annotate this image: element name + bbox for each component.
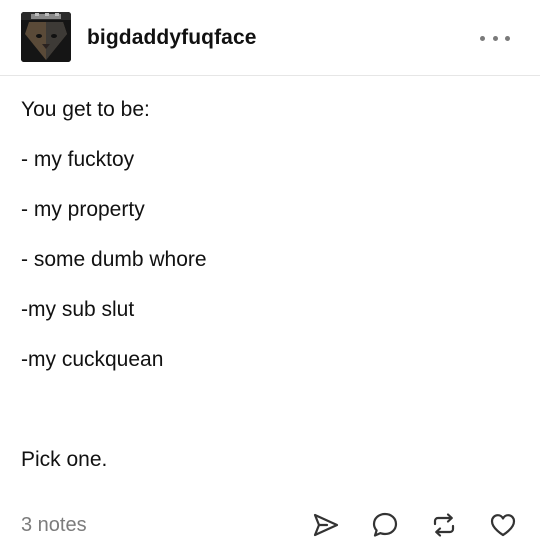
like-button[interactable] <box>486 509 520 541</box>
dot <box>505 35 510 41</box>
body-line: - my property <box>21 198 145 221</box>
body-line: You get to be: <box>21 98 150 121</box>
body-line: - my fucktoy <box>21 148 135 171</box>
post-footer: 3 notes <box>0 500 540 549</box>
reply-icon <box>372 512 398 537</box>
post-actions <box>284 509 520 541</box>
notes-count[interactable]: 3 notes <box>21 511 87 539</box>
body-line: -my cuckquean <box>21 348 164 371</box>
body-line: - some dumb whore <box>21 248 207 271</box>
body-line: Pick one. <box>21 448 108 471</box>
post-body: You get to be: - my fucktoy - my propert… <box>21 96 521 496</box>
author-username[interactable]: bigdaddyfuqface <box>87 24 257 52</box>
share-icon <box>313 513 339 537</box>
dot <box>492 35 498 41</box>
post: bigdaddyfuqface You get to be: - my fuck… <box>0 0 540 549</box>
reply-button[interactable] <box>368 509 402 541</box>
lion-avatar-icon <box>21 12 71 62</box>
reblog-button[interactable] <box>427 509 461 541</box>
post-header: bigdaddyfuqface <box>0 0 540 76</box>
body-line: -my sub slut <box>21 298 135 321</box>
share-button[interactable] <box>309 509 343 541</box>
avatar[interactable] <box>21 12 71 62</box>
reblog-icon <box>433 513 455 537</box>
more-options-icon[interactable] <box>480 28 510 48</box>
like-icon <box>490 514 516 537</box>
dot <box>480 35 485 41</box>
